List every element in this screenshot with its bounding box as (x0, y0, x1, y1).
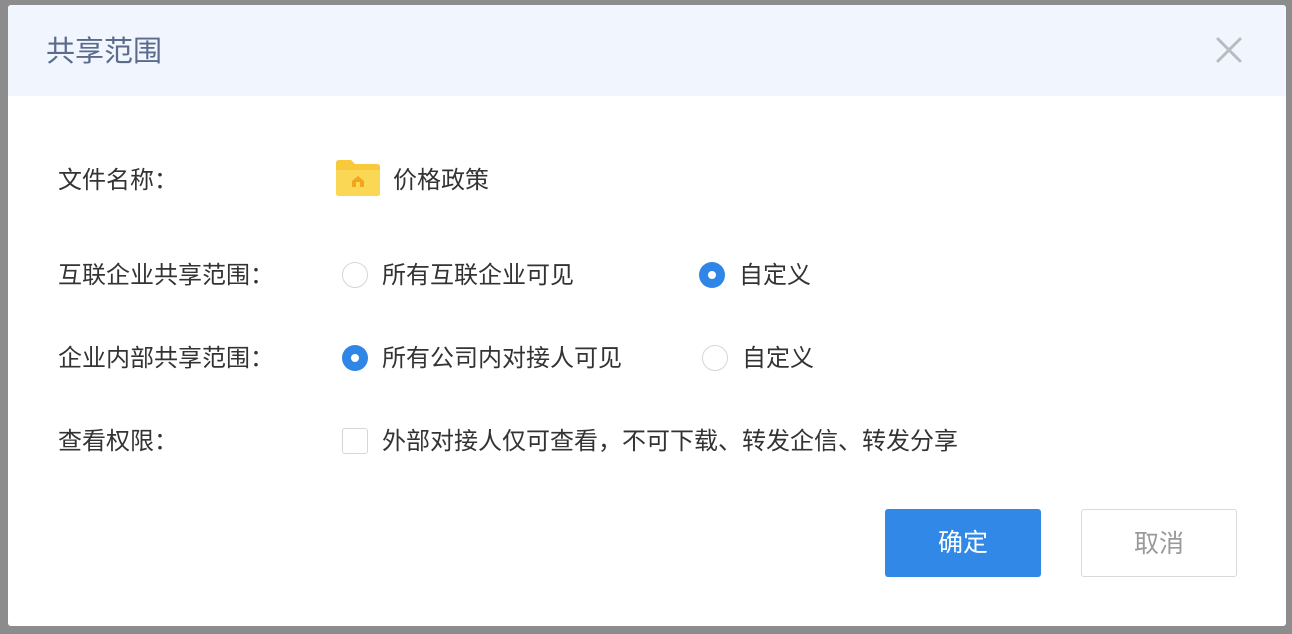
interconnect-option-all[interactable]: 所有互联企业可见 (342, 255, 574, 295)
option-label: 自定义 (742, 344, 814, 372)
checkbox-unchecked[interactable] (342, 428, 368, 454)
view-permission-row: 查看权限： 外部对接人仅可查看，不可下载、转发企信、转发分享 (8, 421, 1286, 461)
internal-scope-row: 企业内部共享范围： 所有公司内对接人可见 自定义 (8, 338, 1286, 378)
view-only-option[interactable]: 外部对接人仅可查看，不可下载、转发企信、转发分享 (342, 421, 958, 461)
internal-option-all[interactable]: 所有公司内对接人可见 (342, 338, 622, 378)
internal-scope-label: 企业内部共享范围： (58, 344, 274, 372)
confirm-button[interactable]: 确定 (885, 509, 1041, 577)
interconnect-scope-row: 互联企业共享范围： 所有互联企业可见 自定义 (8, 255, 1286, 295)
radio-checked[interactable] (342, 345, 368, 371)
file-name-row: 文件名称： 价格政策 (8, 160, 1286, 200)
radio-checked[interactable] (699, 262, 725, 288)
file-name-label: 文件名称： (58, 166, 178, 194)
folder-icon (335, 159, 381, 201)
interconnect-scope-label: 互联企业共享范围： (58, 261, 274, 289)
radio-unchecked[interactable] (702, 345, 728, 371)
view-permission-label: 查看权限： (58, 427, 178, 455)
option-label: 外部对接人仅可查看，不可下载、转发企信、转发分享 (382, 427, 958, 455)
dialog-header: 共享范围 (8, 5, 1286, 96)
option-label: 所有公司内对接人可见 (382, 344, 622, 372)
internal-option-custom[interactable]: 自定义 (702, 338, 814, 378)
close-icon[interactable] (1214, 35, 1244, 65)
option-label: 自定义 (739, 261, 811, 289)
radio-unchecked[interactable] (342, 262, 368, 288)
file-name: 价格政策 (393, 166, 489, 194)
interconnect-option-custom[interactable]: 自定义 (699, 255, 811, 295)
cancel-button[interactable]: 取消 (1081, 509, 1237, 577)
option-label: 所有互联企业可见 (382, 261, 574, 289)
share-scope-dialog: 共享范围 文件名称： 价格政策 互联企业共享范围： 所有互联企业可见 自定义 企… (8, 5, 1286, 626)
file-info: 价格政策 (335, 160, 489, 200)
dialog-title: 共享范围 (46, 34, 163, 68)
